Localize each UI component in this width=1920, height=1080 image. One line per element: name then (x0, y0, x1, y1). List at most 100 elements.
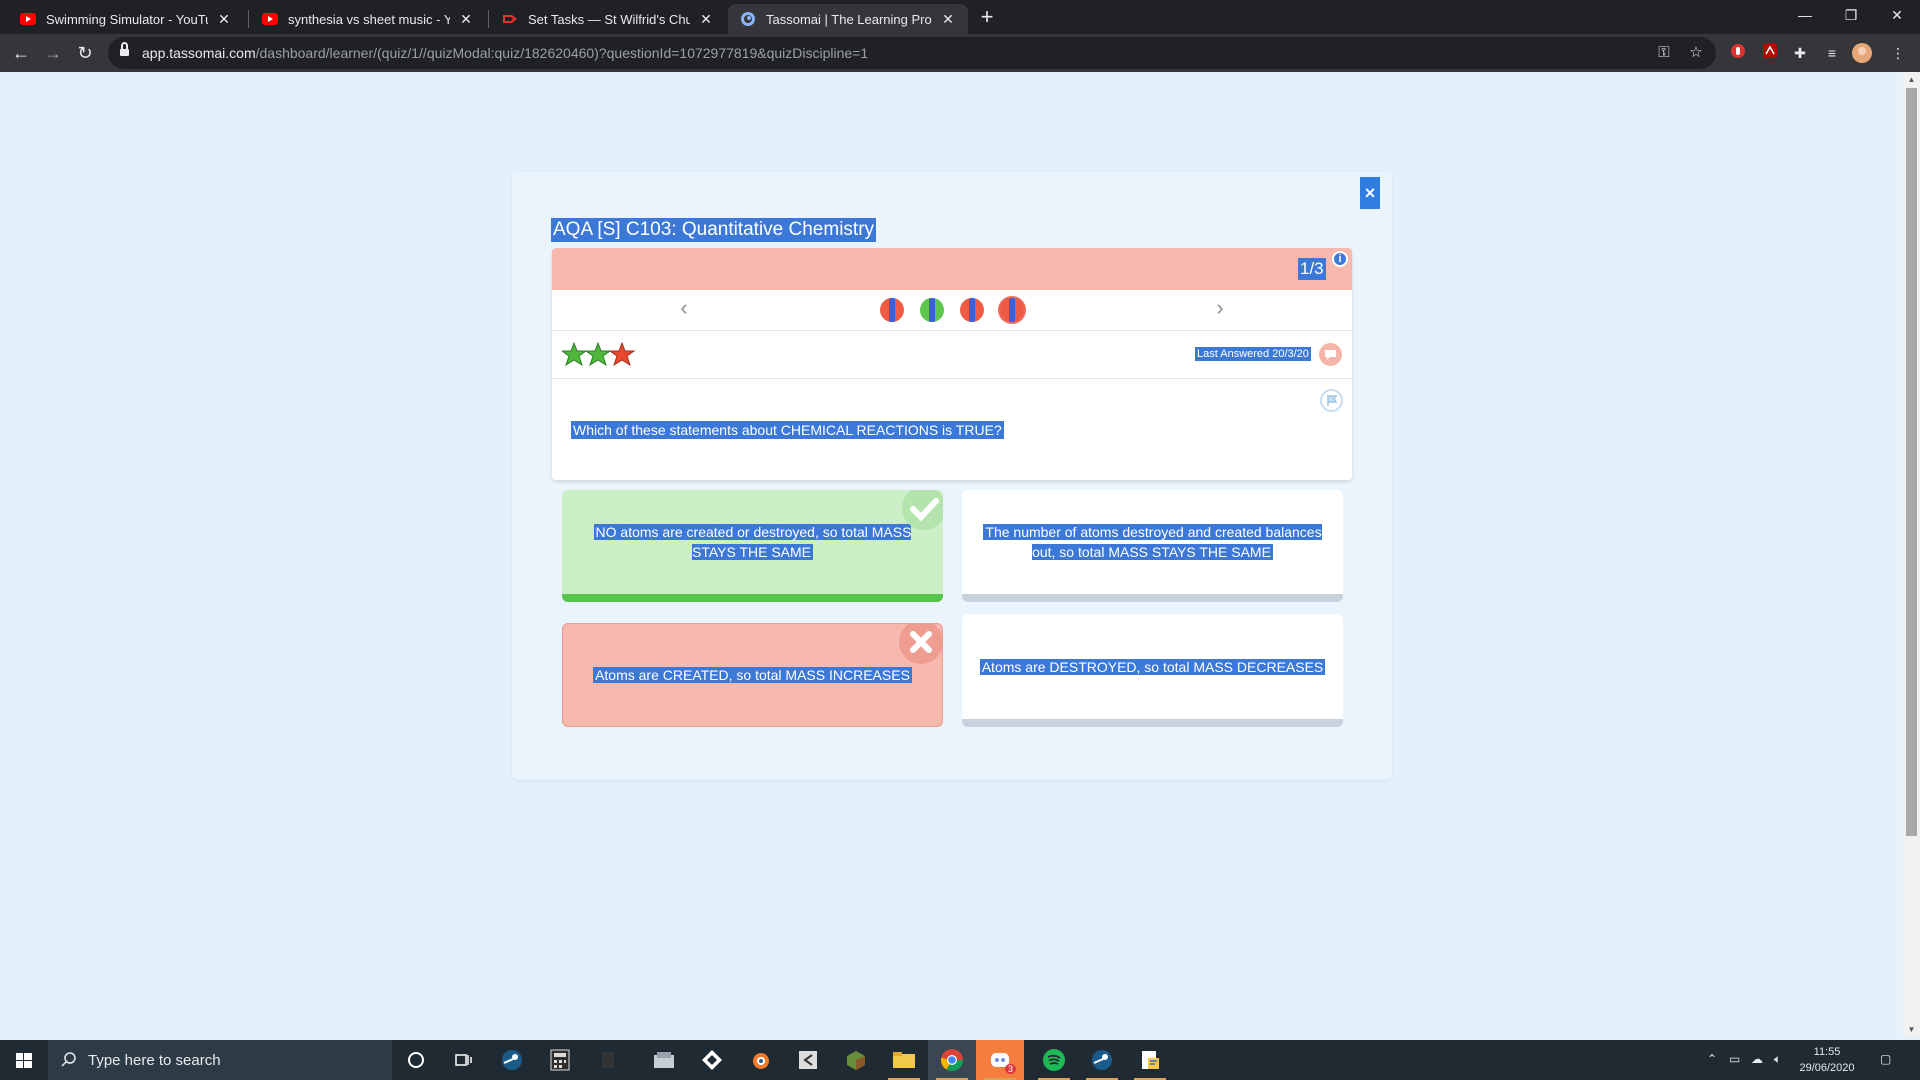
check-icon (902, 490, 943, 530)
search-placeholder: Type here to search (88, 1052, 221, 1069)
question-navigation: ‹ › (552, 290, 1352, 330)
taskbar-search-box[interactable]: Type here to search (48, 1040, 392, 1080)
question-card (552, 248, 1352, 480)
menu-kebab-icon[interactable]: ⋮ (1888, 43, 1908, 63)
cortana-icon[interactable] (392, 1040, 440, 1080)
extension-red-icon[interactable] (1728, 43, 1748, 63)
progress-dot-3[interactable] (960, 298, 984, 322)
youtube-icon (20, 11, 36, 27)
clock-date: 29/06/2020 (1799, 1062, 1855, 1074)
app-icon-dark[interactable] (584, 1040, 632, 1080)
browser-toolbar: ← → ↻ app.tassomai.com/dashboard/learner… (0, 34, 1920, 72)
system-clock[interactable]: 11:55 29/06/2020 (1797, 1044, 1857, 1076)
answer-option-correct[interactable]: NO atoms are created or destroyed, so to… (562, 490, 943, 602)
spotify-icon[interactable] (1030, 1040, 1078, 1080)
windows-start-icon[interactable] (0, 1040, 48, 1080)
chrome-icon[interactable] (928, 1040, 976, 1080)
tab-synthesia[interactable]: synthesia vs sheet music - YouTu ✕ (250, 4, 486, 34)
close-window-button[interactable]: ✕ (1874, 0, 1920, 30)
forward-button[interactable]: → (40, 40, 66, 66)
progress-dot-1[interactable] (880, 298, 904, 322)
visual-studio-code-icon[interactable] (784, 1040, 832, 1080)
star-icon-red (608, 341, 636, 367)
notification-badge: 3 (1004, 1064, 1016, 1074)
unity-icon[interactable] (688, 1040, 736, 1080)
previous-question-arrow[interactable]: ‹ (674, 296, 694, 320)
answer-option-4[interactable]: Atoms are DESTROYED, so total MASS DECRE… (962, 614, 1343, 727)
network-icon[interactable]: ▭ (1729, 1052, 1740, 1066)
back-button[interactable]: ← (8, 40, 34, 66)
cross-icon (899, 624, 942, 664)
tab-close-icon[interactable]: ✕ (940, 11, 956, 28)
tab-title: Tassomai | The Learning Program (766, 11, 932, 27)
onedrive-icon[interactable]: ☁ (1751, 1052, 1763, 1066)
question-counter: 1/3 (1298, 258, 1326, 280)
tab-close-icon[interactable]: ✕ (216, 11, 232, 28)
restore-button[interactable]: ❐ (1828, 0, 1874, 30)
scrollbar-thumb[interactable] (1906, 88, 1917, 836)
next-question-arrow[interactable]: › (1210, 296, 1230, 320)
answer-text: Atoms are CREATED, so total MASS INCREAS… (593, 667, 912, 683)
quiz-title: AQA [S] C103: Quantitative Chemistry (551, 218, 877, 242)
action-center-icon[interactable]: ▢ (1880, 1052, 1891, 1066)
clock-time: 11:55 (1813, 1046, 1841, 1058)
steam-icon[interactable] (488, 1040, 536, 1080)
address-bar[interactable]: app.tassomai.com/dashboard/learner/(quiz… (108, 37, 1716, 69)
python-idle-icon[interactable] (1126, 1040, 1174, 1080)
tab-title: synthesia vs sheet music - YouTu (288, 11, 450, 27)
tassomai-icon (740, 11, 756, 27)
tab-separator (248, 10, 249, 28)
tab-close-icon[interactable]: ✕ (698, 11, 714, 28)
tab-close-icon[interactable]: ✕ (458, 11, 474, 28)
answer-text: Atoms are DESTROYED, so total MASS DECRE… (979, 658, 1326, 675)
windows-taskbar: Type here to search 3 ⌃ ▭ ☁ 🔈︎ 11:55 29/… (0, 1040, 1920, 1080)
media-control-icon[interactable]: ≡ (1822, 43, 1842, 63)
scroll-down-arrow[interactable]: ▼ (1903, 1022, 1920, 1038)
calculator-icon[interactable] (536, 1040, 584, 1080)
progress-dot-2[interactable] (920, 298, 944, 322)
file-cabinet-icon[interactable] (640, 1040, 688, 1080)
url-text: app.tassomai.com/dashboard/learner/(quiz… (142, 45, 868, 61)
blender-icon[interactable] (736, 1040, 784, 1080)
steam-running-icon[interactable] (1078, 1040, 1126, 1080)
task-view-icon[interactable] (440, 1040, 488, 1080)
answer-text: The number of atoms destroyed and create… (983, 524, 1322, 560)
youtube-icon (262, 11, 278, 27)
minimize-button[interactable]: — (1782, 0, 1828, 30)
file-explorer-icon[interactable] (880, 1040, 928, 1080)
bookmark-star-icon[interactable]: ☆ (1686, 43, 1706, 63)
scroll-up-arrow[interactable]: ▲ (1903, 72, 1920, 88)
difficulty-stars (560, 341, 640, 368)
speech-bubble-icon[interactable] (1319, 343, 1342, 366)
search-icon (61, 1052, 76, 1067)
new-tab-button[interactable]: + (974, 4, 1000, 30)
show-hidden-icons-chevron[interactable]: ⌃ (1707, 1052, 1717, 1066)
volume-icon[interactable]: 🔈︎ (1774, 1052, 1781, 1067)
modal-close-button[interactable]: × (1360, 177, 1380, 209)
question-text: Which of these statements about CHEMICAL… (571, 421, 1004, 439)
discord-icon[interactable]: 3 (976, 1040, 1024, 1080)
pdf-extension-icon[interactable] (1760, 43, 1780, 63)
last-answered-label: Last Answered 20/3/20 (1195, 347, 1311, 361)
report-flag-icon[interactable] (1320, 389, 1343, 412)
key-icon[interactable]: ⚿ (1654, 43, 1674, 63)
info-icon[interactable]: i (1332, 251, 1348, 267)
profile-avatar[interactable] (1852, 43, 1872, 63)
question-header-band (552, 248, 1352, 290)
tab-title: Swimming Simulator - YouTube (46, 11, 208, 27)
tab-tassomai[interactable]: Tassomai | The Learning Program ✕ (728, 4, 968, 34)
tab-set-tasks[interactable]: Set Tasks — St Wilfrid's Church o ✕ (490, 4, 726, 34)
url-host: app.tassomai.com (142, 45, 256, 61)
tab-swimming-simulator[interactable]: Swimming Simulator - YouTube ✕ (8, 4, 244, 34)
progress-dot-4-current[interactable] (1000, 298, 1024, 322)
reload-button[interactable]: ↻ (72, 40, 98, 66)
extensions-puzzle-icon[interactable]: ✚ (1790, 43, 1810, 63)
answer-text: NO atoms are created or destroyed, so to… (593, 524, 912, 560)
tab-title: Set Tasks — St Wilfrid's Church o (528, 11, 690, 27)
divider (552, 378, 1352, 379)
minecraft-icon[interactable] (832, 1040, 880, 1080)
answer-option-wrong[interactable]: Atoms are CREATED, so total MASS INCREAS… (562, 623, 943, 727)
answer-option-2[interactable]: The number of atoms destroyed and create… (962, 490, 1343, 602)
star-icon-green (560, 341, 588, 367)
browser-tab-bar: Swimming Simulator - YouTube ✕ synthesia… (0, 0, 1920, 34)
